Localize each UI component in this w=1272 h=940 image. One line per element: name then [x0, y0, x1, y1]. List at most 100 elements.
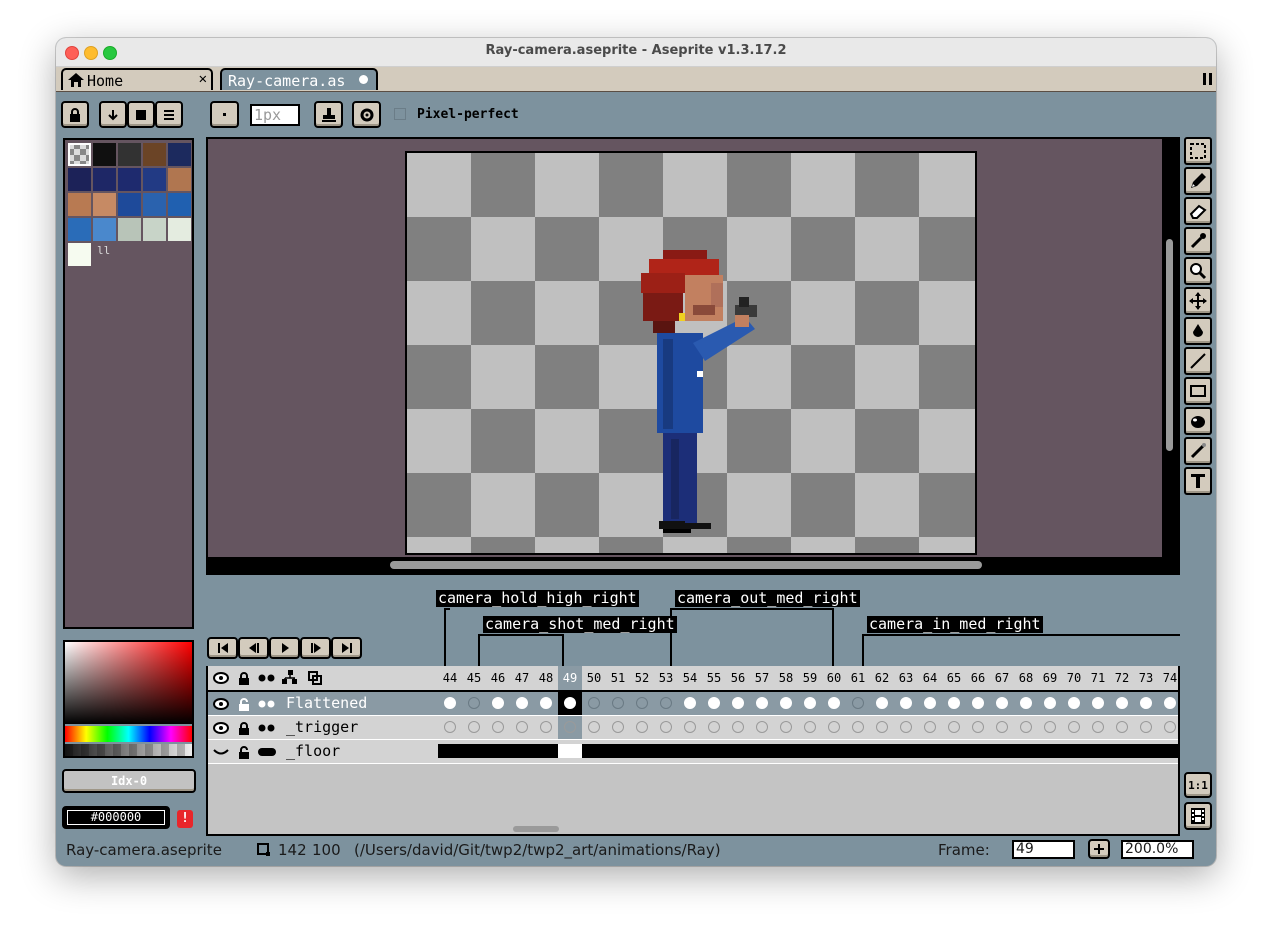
timeline-scroll-thumb[interactable]: [513, 826, 559, 832]
frame-header[interactable]: 55: [702, 666, 726, 690]
rectangle-tool[interactable]: [1184, 377, 1212, 405]
frame-header[interactable]: 63: [894, 666, 918, 690]
eraser-tool[interactable]: [1184, 197, 1212, 225]
eye-icon[interactable]: [210, 717, 232, 739]
cel-dot[interactable]: [972, 697, 984, 709]
cel-dot[interactable]: [996, 697, 1008, 709]
cel-dot[interactable]: [828, 697, 840, 709]
cel-dot[interactable]: [1044, 697, 1056, 709]
cel-dot[interactable]: [996, 721, 1008, 733]
cel-dot[interactable]: [900, 721, 912, 733]
cel-dot[interactable]: [948, 697, 960, 709]
frame-header[interactable]: 56: [726, 666, 750, 690]
hue-slider[interactable]: [65, 726, 192, 742]
frame-header[interactable]: 70: [1062, 666, 1086, 690]
cel-dot[interactable]: [1068, 721, 1080, 733]
text-tool[interactable]: [1184, 467, 1212, 495]
frame-header[interactable]: 62: [870, 666, 894, 690]
cel-dot[interactable]: [876, 697, 888, 709]
cel-dot[interactable]: [924, 697, 936, 709]
cel-dot[interactable]: [1020, 697, 1032, 709]
first-frame-button[interactable]: [207, 637, 238, 659]
palette-swatch[interactable]: [143, 143, 166, 166]
palette-swatch[interactable]: [93, 218, 116, 241]
cel-dot[interactable]: [900, 697, 912, 709]
palette-swatch[interactable]: [168, 218, 191, 241]
cel-dot[interactable]: [1140, 721, 1152, 733]
cel-dot[interactable]: [804, 721, 816, 733]
palette-swatch[interactable]: [118, 168, 141, 191]
next-frame-button[interactable]: [300, 637, 331, 659]
editor-viewport[interactable]: [206, 137, 1180, 575]
tag-label[interactable]: camera_out_med_right: [675, 590, 860, 607]
frame-header[interactable]: 67: [990, 666, 1014, 690]
frame-header[interactable]: 71: [1086, 666, 1110, 690]
cel-dot[interactable]: [948, 721, 960, 733]
cel-dot[interactable]: [444, 721, 456, 733]
zoom-1-1-button[interactable]: 1:1: [1184, 772, 1212, 798]
new-frame-button[interactable]: [1088, 839, 1110, 859]
color-picker[interactable]: [63, 640, 194, 758]
horizontal-scrollbar[interactable]: [208, 557, 1178, 573]
palette-presets-button[interactable]: [127, 101, 155, 128]
cel-dot[interactable]: [444, 697, 456, 709]
cel-dot[interactable]: [1044, 721, 1056, 733]
frame-header[interactable]: 60: [822, 666, 846, 690]
ink-opacity-button[interactable]: [352, 101, 381, 128]
frame-header[interactable]: 57: [750, 666, 774, 690]
cel-dot[interactable]: [492, 697, 504, 709]
eyedropper-tool[interactable]: [1184, 227, 1212, 255]
cel-dot[interactable]: [708, 697, 720, 709]
cel-dot[interactable]: [516, 721, 528, 733]
cel-dot[interactable]: [660, 697, 672, 709]
tab-home[interactable]: Home ✕: [61, 68, 213, 90]
eye-closed-icon[interactable]: [210, 741, 232, 763]
lock-open-icon[interactable]: [233, 693, 255, 715]
cel-dot[interactable]: [1092, 697, 1104, 709]
layer-row[interactable]: _trigger: [208, 716, 1178, 740]
continuous-icon[interactable]: [256, 717, 278, 739]
cel-dot[interactable]: [852, 697, 864, 709]
cel-dot[interactable]: [540, 721, 552, 733]
tag-label[interactable]: camera_in_med_right: [867, 616, 1043, 633]
palette-swatch[interactable]: [168, 143, 191, 166]
palette-swatch[interactable]: [168, 193, 191, 216]
frame-header[interactable]: 66: [966, 666, 990, 690]
cel-dot[interactable]: [852, 721, 864, 733]
color-index-button[interactable]: Idx-0: [62, 769, 196, 793]
sprite-canvas[interactable]: [405, 151, 977, 555]
floor-cel-bar[interactable]: [438, 744, 1178, 758]
eye-icon[interactable]: [210, 693, 232, 715]
frame-header[interactable]: 58: [774, 666, 798, 690]
palette-swatch[interactable]: [143, 193, 166, 216]
zoom-input[interactable]: 200.0%: [1121, 840, 1194, 859]
layer-row[interactable]: Flattened: [208, 692, 1178, 716]
cel-dot[interactable]: [756, 697, 768, 709]
frame-header[interactable]: 53: [654, 666, 678, 690]
move-tool[interactable]: [1184, 287, 1212, 315]
vertical-scroll-thumb[interactable]: [1166, 239, 1173, 451]
cel-dot[interactable]: [1164, 721, 1176, 733]
cel-dot[interactable]: [612, 697, 624, 709]
cel-dot[interactable]: [468, 721, 480, 733]
palette-sort-button[interactable]: [99, 101, 127, 128]
frame-header[interactable]: 46: [486, 666, 510, 690]
lock-palette-button[interactable]: [61, 101, 89, 128]
cel-dot[interactable]: [636, 721, 648, 733]
paint-bucket-tool[interactable]: [1184, 317, 1212, 345]
ink-type-button[interactable]: [314, 101, 343, 128]
cel-dot[interactable]: [1164, 697, 1176, 709]
frame-header[interactable]: 74: [1158, 666, 1178, 690]
cel-dot[interactable]: [1116, 697, 1128, 709]
saturation-value-field[interactable]: [65, 642, 192, 724]
cel-dot[interactable]: [1068, 697, 1080, 709]
frame-header[interactable]: 69: [1038, 666, 1062, 690]
frame-header[interactable]: 47: [510, 666, 534, 690]
cel-dot[interactable]: [780, 697, 792, 709]
alpha-slider[interactable]: [65, 744, 192, 756]
cel-dot[interactable]: [636, 697, 648, 709]
cel-dot[interactable]: [1116, 721, 1128, 733]
frame-header[interactable]: 72: [1110, 666, 1134, 690]
cel-dot[interactable]: [660, 721, 672, 733]
frame-header[interactable]: 51: [606, 666, 630, 690]
